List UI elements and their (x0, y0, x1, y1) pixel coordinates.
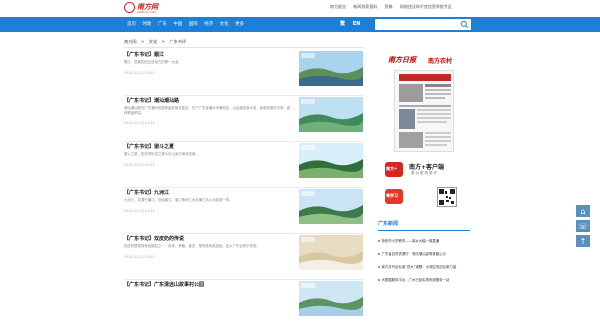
article-thumbnail[interactable] (299, 235, 363, 270)
top-link[interactable]: 新闻线索报料 (353, 4, 377, 9)
article-date: 2024-12-13 14:23 (124, 255, 155, 259)
main-nav: 首页 时政 广东 中国 国际 经济 文化 更多 繁 EN (0, 17, 600, 38)
news-list-item[interactable]: 肇庆市小学教育——城乡大幅一城直通 (378, 238, 440, 243)
article-thumbnail[interactable] (299, 143, 363, 178)
article-summary: 顺江，是被如西边这地方的第一大龙。 (124, 60, 182, 64)
breadcrumb-culture[interactable]: 文化 (149, 39, 157, 44)
nav-items: 首页 时政 广东 中国 国际 经济 文化 更多 (127, 21, 249, 27)
article-title[interactable]: 【广东书记】顺江 (124, 51, 164, 58)
top-links: 南方报业 新闻线索报料 投稿 网络违法和不良信息举报专区 (330, 4, 458, 10)
article-title[interactable]: 【广东书记】九洲江 (124, 189, 169, 196)
news-list-item[interactable]: 广东省自然资源厅：肇庆潮汕高等铁路公示 (378, 251, 446, 256)
nav-item-china[interactable]: 中国 (173, 22, 182, 27)
article-item[interactable]: 【广东书记】潮汕潮汕路潮汕潮汕路在广东潮州的国家级风景名胜区，位于广东省潮州市潮… (124, 97, 364, 143)
article-summary: 潮汕潮汕路在广东潮州的国家级风景名胜区，位于广东省潮州市潮安区，山谷潮漫溪水流，… (124, 106, 291, 115)
language-switch: 繁 EN (340, 20, 366, 27)
paper-name-nanfang-rural: 南方农村 (428, 58, 453, 65)
article-summary: 望斗之夏，因天然形成之望斗中山溪与海河流域。 (124, 152, 199, 156)
thumbnail-image (299, 235, 363, 270)
nav-item-economy[interactable]: 经济 (204, 22, 213, 27)
article-item[interactable]: 【广东书记】顺江顺江，是被如西边这地方的第一大龙。 2024-12-13 14:2… (124, 51, 364, 97)
phone-icon[interactable]: ☏ (575, 219, 591, 233)
news-list-item[interactable]: 南方月刊创业者“四大”观察：大湾区的创业新力量 (378, 264, 457, 269)
nav-item-politics[interactable]: 时政 (142, 22, 151, 27)
article-summary: 双皮奶是顺德传统甜品之一，色泽、滑嫩、香浓，是传统粤菜甜品。还从广东百家乐来说。 (124, 244, 260, 248)
article-thumbnail[interactable] (299, 51, 363, 86)
article-thumbnail[interactable] (299, 97, 363, 132)
nav-item-more[interactable]: 更多 (235, 22, 244, 27)
newspaper-front-page[interactable] (394, 70, 454, 152)
divider (124, 233, 364, 234)
thumbnail-image (299, 281, 363, 316)
top-link[interactable]: 投稿 (385, 4, 393, 9)
news-list-item[interactable]: 大数据服务平台，广州已经实现系统服务一站 (378, 277, 450, 282)
divider (124, 47, 364, 48)
breadcrumb-current: 广东书评 (169, 39, 187, 44)
divider (378, 230, 470, 231)
breadcrumb-sep: > (161, 39, 166, 44)
app-download-row[interactable]: 粤学习 (385, 187, 470, 207)
app-download-row[interactable]: 南方+ 南方+客户端 更近更快更好 (385, 160, 470, 178)
app-icon-text: 粤学习 (386, 193, 398, 198)
nav-item-culture[interactable]: 文化 (220, 22, 229, 27)
site-logo[interactable]: 南方网 southcn.com (124, 2, 158, 14)
thumbnail-image (299, 97, 363, 132)
app-icon: 南方+ (385, 162, 403, 177)
search-icon[interactable] (460, 20, 469, 29)
breadcrumb: 南方网 > 文化 > 广东书评 (124, 39, 189, 45)
newspaper-page-image (395, 71, 453, 151)
qr-code-icon (437, 187, 457, 207)
search-input[interactable] (375, 27, 455, 38)
article-item[interactable]: 【广东书记】九洲江九洲江，发源于廉江，流经廉江、湛江等地江水在廉江流入北部湾一带… (124, 189, 364, 235)
top-link[interactable]: 网络违法和不良信息举报专区 (400, 4, 452, 9)
article-date: 2024-12-13 14:23 (124, 209, 155, 213)
search-box (375, 19, 471, 38)
home-icon[interactable]: ⌂ (575, 204, 591, 218)
breadcrumb-sep: > (140, 39, 145, 44)
article-item[interactable]: 【广东书记】望斗之夏望斗之夏，因天然形成之望斗中山溪与海河流域。 2024-12-… (124, 143, 364, 189)
thumbnail-image (299, 51, 363, 86)
logo-mark-icon (124, 2, 135, 13)
thumbnail-image (299, 189, 363, 224)
article-summary: 九洲江，发源于廉江，流经廉江、湛江等地江水在廉江流入北部湾一带。 (124, 198, 233, 202)
article-item[interactable]: 【广东书记】双皮奶的传说双皮奶是顺德传统甜品之一，色泽、滑嫩、香浓，是传统粤菜甜… (124, 235, 364, 281)
top-bar: 南方网 southcn.com 南方报业 新闻线索报料 投稿 网络违法和不良信息… (0, 0, 600, 16)
newspaper-header[interactable]: 南方日报 南方农村 (378, 53, 470, 67)
logo-subtext: southcn.com (137, 10, 157, 14)
article-item[interactable]: 【广东书记】广东清远山故事村公园 (124, 281, 364, 327)
breadcrumb-home[interactable]: 南方网 (124, 39, 137, 44)
divider (124, 279, 364, 280)
article-title[interactable]: 【广东书记】潮汕潮汕路 (124, 97, 179, 104)
nav-item-guangdong[interactable]: 广东 (158, 22, 167, 27)
article-date: 2024-12-13 14:23 (124, 121, 155, 125)
app-slogan: 更近更快更好 (411, 171, 438, 175)
nav-item-home[interactable]: 首页 (127, 22, 136, 27)
article-title[interactable]: 【广东书记】双皮奶的传说 (124, 235, 184, 242)
article-thumbnail[interactable] (299, 281, 363, 316)
app-icon-text: 南方+ (386, 166, 398, 171)
guangdong-news-title[interactable]: 广东新闻 (378, 220, 398, 227)
lang-traditional[interactable]: 繁 (340, 21, 345, 27)
divider (124, 95, 364, 96)
paper-name-nanfang-daily: 南方日报 (388, 56, 416, 64)
article-thumbnail[interactable] (299, 189, 363, 224)
top-link[interactable]: 南方报业 (330, 4, 346, 9)
article-date: 2024-12-13 14:23 (124, 71, 155, 75)
article-title[interactable]: 【广东书记】广东清远山故事村公园 (124, 281, 204, 288)
divider (124, 187, 364, 188)
nav-item-international[interactable]: 国际 (189, 22, 198, 27)
divider (124, 141, 364, 142)
app-name: 南方+客户端 (409, 164, 445, 171)
app-icon: 粤学习 (385, 189, 403, 204)
lang-english[interactable]: EN (353, 21, 361, 27)
article-title[interactable]: 【广东书记】望斗之夏 (124, 143, 174, 150)
back-to-top-icon[interactable]: ↑ (575, 234, 591, 248)
thumbnail-image (299, 143, 363, 178)
article-date: 2024-12-13 14:23 (124, 163, 155, 167)
